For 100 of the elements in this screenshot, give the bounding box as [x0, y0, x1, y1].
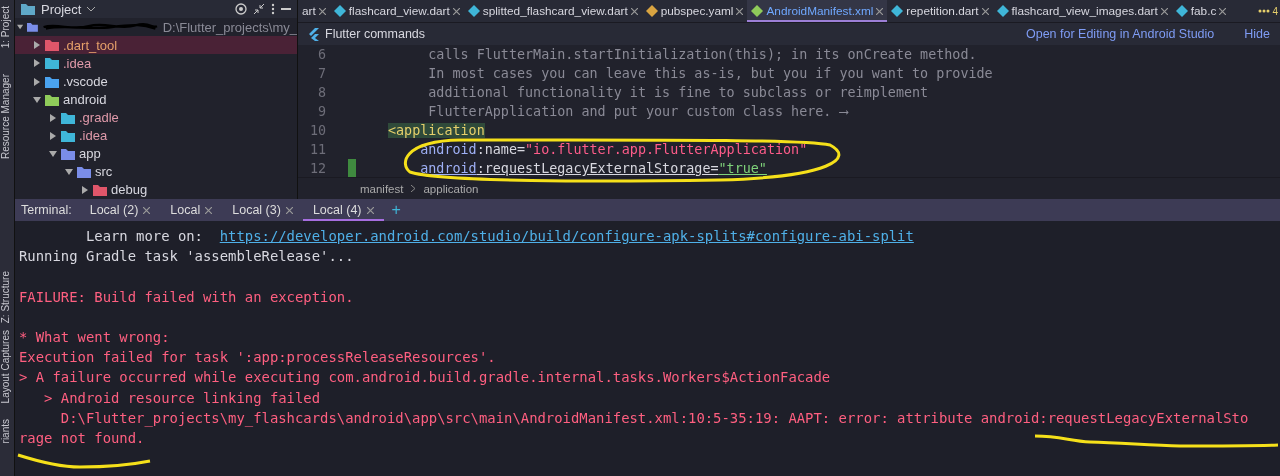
close-icon[interactable]: [1160, 7, 1168, 15]
code-line: In most cases you can leave this as-is, but you if you want to provide: [427, 65, 994, 83]
editor-tab[interactable]: fab.c: [1171, 0, 1231, 22]
terminal-tab[interactable]: Local (3): [222, 199, 303, 221]
expanded-arrow-icon[interactable]: [49, 149, 57, 158]
editor-tab[interactable]: flashcard_view.dart: [329, 0, 464, 22]
close-icon[interactable]: [366, 206, 374, 214]
collapsed-arrow-icon[interactable]: [33, 59, 41, 68]
code-line: android:requestLegacyExternalStorage="true": [419, 160, 768, 177]
folder-icon: [45, 57, 59, 70]
terminal-link[interactable]: https://developer.android.com/studio/build/configure-apk-splits#configure-abi-split: [219, 228, 914, 245]
line-number: 8: [317, 85, 326, 100]
close-icon[interactable]: [285, 206, 293, 214]
terminal-error-text: > A failure occurred while executing com.android.build.gradle.internal.tasks.Workers$ActionFacade: [19, 369, 831, 386]
tree-item[interactable]: android: [15, 90, 297, 109]
terminal-text: Running Gradle task 'assembleRelease'...: [19, 248, 354, 265]
folder-icon: [45, 93, 59, 106]
terminal-text: Learn more on:: [84, 228, 204, 245]
tool-window-tab[interactable]: Layout Captures: [0, 329, 14, 403]
file-icon: [891, 5, 904, 17]
collapsed-arrow-icon[interactable]: [49, 131, 57, 140]
collapsed-arrow-icon[interactable]: [33, 41, 41, 50]
line-number: 7: [317, 66, 326, 81]
close-icon[interactable]: [981, 7, 989, 15]
line-number: 12: [309, 161, 326, 176]
file-icon: [996, 5, 1009, 17]
line-number: 10: [309, 123, 326, 138]
collapsed-arrow-icon[interactable]: [33, 77, 41, 86]
close-icon[interactable]: [736, 7, 744, 15]
file-icon: [645, 5, 658, 17]
breadcrumb-item[interactable]: manifest: [360, 182, 404, 195]
caret-icon[interactable]: [87, 6, 96, 12]
file-icon: [333, 5, 346, 17]
code-line: android:name="io.flutter.app.FlutterApplication": [419, 141, 809, 159]
tree-item[interactable]: src: [15, 162, 297, 181]
line-number: 9: [317, 104, 326, 119]
tree-item[interactable]: D:\Flutter_projects\my_: [15, 18, 297, 37]
code-line: additional functionality it is fine to subclass or reimplement: [427, 84, 930, 102]
tool-window-tab[interactable]: 1: Project: [0, 6, 14, 49]
file-icon: [1175, 5, 1188, 17]
tree-item[interactable]: .dart_tool: [15, 36, 297, 55]
tree-item[interactable]: .gradle: [15, 108, 297, 127]
tree-item[interactable]: debug: [15, 180, 297, 199]
editor-tab[interactable]: repetition.dart: [887, 0, 993, 22]
collapse-icon[interactable]: [253, 3, 265, 16]
hide-link[interactable]: Hide: [1244, 27, 1270, 41]
expanded-arrow-icon[interactable]: [33, 95, 41, 104]
folder-icon: [27, 21, 39, 34]
more-icon: [1258, 9, 1271, 13]
terminal-error-text: FAILURE: Build failed with an exception.: [19, 288, 354, 305]
tree-item[interactable]: app: [15, 144, 297, 163]
close-icon[interactable]: [1219, 7, 1227, 15]
folder-icon: [21, 3, 35, 16]
line-number: 11: [309, 142, 326, 157]
tree-item[interactable]: .vscode: [15, 72, 297, 91]
terminal-tab[interactable]: Local (2): [79, 199, 161, 221]
terminal-error-text: > Android resource linking failed: [43, 389, 321, 406]
editor-tab[interactable]: art: [298, 0, 330, 22]
file-icon: [467, 5, 480, 17]
close-icon[interactable]: [452, 7, 460, 15]
bar-title: Flutter commands: [325, 27, 426, 41]
tree-item[interactable]: .idea: [15, 54, 297, 73]
editor-tab[interactable]: splitted_flashcard_view.dart: [463, 0, 642, 22]
terminal-error-text: rage not found.: [19, 429, 145, 446]
tree-item[interactable]: .idea: [15, 126, 297, 145]
flutter-logo-icon: [308, 27, 319, 41]
folder-icon: [61, 129, 75, 142]
line-number: 6: [317, 47, 326, 62]
collapsed-arrow-icon[interactable]: [49, 113, 57, 122]
close-icon[interactable]: [143, 206, 151, 214]
close-icon[interactable]: [205, 206, 213, 214]
terminal-error-text: * What went wrong:: [19, 329, 170, 346]
expanded-arrow-icon[interactable]: [65, 167, 73, 176]
close-icon[interactable]: [318, 7, 326, 15]
terminal-error-text: Execution failed for task ':app:processReleaseResources'.: [19, 349, 496, 366]
panel-title[interactable]: Project: [41, 1, 82, 17]
editor-tab[interactable]: pubspec.yaml: [641, 0, 748, 22]
close-icon[interactable]: [876, 7, 884, 15]
more-icon[interactable]: [271, 3, 275, 16]
terminal-tab[interactable]: Local: [160, 199, 223, 221]
breadcrumb-item[interactable]: application: [423, 182, 479, 195]
folder-icon: [93, 184, 107, 196]
folder-icon: [61, 147, 75, 160]
tab-overflow[interactable]: 4: [1256, 0, 1280, 22]
close-icon[interactable]: [630, 7, 638, 15]
open-link[interactable]: Open for Editing in Android Studio: [1025, 27, 1215, 41]
tool-window-tab[interactable]: riants: [0, 418, 14, 444]
terminal-error-text: D:\Flutter_projects\my_flashcards\android\app\src\main\AndroidManifest.xml:10:5-35:19: AAPT: error: attribute android:requestLegacyExternalSto: [59, 409, 1249, 426]
editor-tab[interactable]: AndroidManifest.xml: [747, 0, 888, 22]
collapsed-arrow-icon[interactable]: [81, 186, 89, 194]
code-line: FlutterApplication and put your custom class here. ⟶: [427, 103, 850, 121]
expanded-arrow-icon[interactable]: [17, 23, 24, 32]
terminal-tab[interactable]: Local (4): [302, 199, 384, 221]
folder-icon: [61, 111, 75, 124]
editor-tab[interactable]: flashcard_view_images.dart: [992, 0, 1172, 22]
tool-window-tab[interactable]: Z: Structure: [0, 271, 14, 324]
target-icon[interactable]: [235, 3, 247, 16]
add-tab-button[interactable]: +: [383, 199, 409, 221]
tool-window-tab[interactable]: Resource Manager: [0, 74, 14, 160]
folder-icon: [45, 39, 59, 52]
